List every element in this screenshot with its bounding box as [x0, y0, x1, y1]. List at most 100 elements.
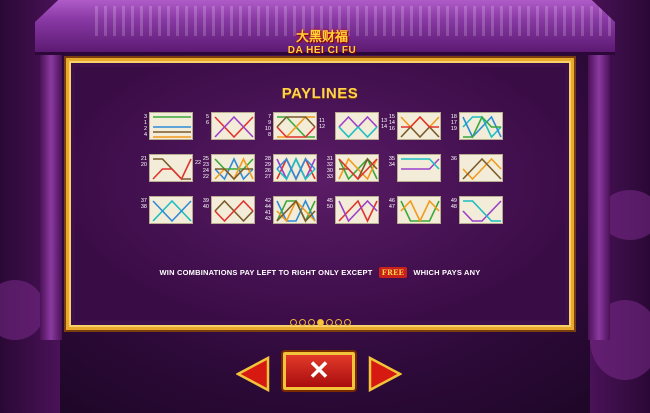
payline-thumbnail	[211, 112, 255, 140]
payline-diagram	[462, 157, 502, 181]
page-dot[interactable]	[307, 319, 315, 326]
payline-numbers-right: 11 12	[319, 118, 331, 130]
payline-number: 12	[319, 124, 326, 130]
payline-number: 4	[143, 132, 147, 138]
right-arrow-icon	[368, 355, 403, 393]
payline-thumbnail	[335, 196, 379, 224]
paylines-panel: PAYLINES 3 1 2 4 5 6 7 9 10 8 11 12 13 14 15 14 16 18 17 19…	[66, 58, 574, 330]
payline-numbers: 25 23 24 22	[197, 156, 209, 180]
payline-number: 33	[326, 174, 333, 180]
game-logo: 大黑财福 DA HEI CI FU	[263, 26, 381, 56]
payline-diagram	[276, 116, 316, 138]
payline-numbers: 7 9 10 8	[259, 114, 271, 138]
payline-number: 40	[202, 204, 209, 210]
payline-number: 48	[450, 204, 457, 210]
page-dot[interactable]	[325, 319, 333, 326]
payline-numbers: 35 34	[383, 156, 395, 168]
payline-number: 43	[264, 216, 271, 222]
page-dot[interactable]	[343, 319, 351, 326]
payline-number: 16	[388, 126, 395, 132]
payline-thumbnail	[335, 154, 379, 182]
payline-number: 50	[326, 204, 333, 210]
payline-number: 38	[140, 204, 147, 210]
payline-numbers: 3124	[135, 114, 147, 138]
payline-line	[152, 158, 192, 181]
payline-line	[276, 116, 316, 128]
payline-thumbnail	[211, 196, 255, 224]
page-dot[interactable]	[334, 319, 342, 326]
payline-diagram	[152, 158, 192, 181]
payline-line	[152, 200, 192, 223]
payline-line	[400, 199, 440, 223]
payline-line	[276, 126, 316, 138]
payline-thumbnail	[459, 112, 503, 140]
payline-diagram	[462, 200, 502, 222]
free-symbol-icon: FREE	[378, 267, 408, 278]
payline-number: 47	[388, 204, 395, 210]
payline-number: 20	[140, 162, 147, 168]
payline-diagram	[338, 157, 378, 181]
payline-line	[338, 115, 378, 129]
payline-number: 19	[450, 126, 457, 132]
payline-numbers: 28 29 26 27	[259, 156, 271, 180]
payline-thumbnail	[211, 154, 255, 182]
payline-line	[400, 125, 440, 139]
payline-thumbnail	[397, 154, 441, 182]
left-arrow-icon	[235, 355, 270, 393]
payline-line	[400, 115, 440, 129]
next-page-button[interactable]	[368, 355, 403, 393]
payline-thumbnail	[397, 112, 441, 140]
payline-thumbnail	[273, 196, 317, 224]
payline-number: 27	[264, 174, 271, 180]
logo-chinese-title: 大黑财福	[295, 30, 348, 45]
payline-line	[338, 125, 378, 139]
page-dot[interactable]	[289, 319, 297, 326]
payline-number: 36	[450, 156, 457, 162]
payline-diagram	[338, 115, 378, 139]
payline-number: 6	[205, 120, 209, 126]
payline-diagram	[214, 115, 254, 139]
panel-title: PAYLINES	[281, 85, 359, 102]
logo-title: DA HEI CI FU	[287, 45, 357, 56]
payline-numbers: 18 17 19	[445, 114, 457, 132]
info-text-before: WIN COMBINATIONS PAY LEFT TO RIGHT ONLY …	[159, 268, 373, 277]
payline-thumbnail	[397, 196, 441, 224]
close-button[interactable]: ✕	[283, 352, 355, 390]
payline-numbers: 49 48	[445, 198, 457, 210]
payline-number: 34	[388, 162, 395, 168]
payline-numbers: 39 40	[197, 198, 209, 210]
page-indicator	[75, 313, 565, 331]
payline-numbers: 31 32 30 33	[321, 156, 333, 180]
payline-thumbnail	[273, 112, 317, 140]
payline-diagram	[400, 199, 440, 223]
payline-diagram	[462, 115, 502, 139]
payline-line	[214, 115, 254, 138]
pillar-right	[588, 40, 610, 340]
payline-diagram	[276, 157, 316, 181]
page-dot[interactable]	[298, 319, 306, 326]
payline-thumbnail	[459, 154, 503, 182]
payline-thumbnail	[149, 154, 193, 182]
payline-thumbnail	[335, 112, 379, 140]
info-text: WIN COMBINATIONS PAY LEFT TO RIGHT ONLY …	[75, 267, 565, 278]
payline-number: 8	[267, 132, 271, 138]
page-dot[interactable]	[316, 319, 324, 326]
payline-thumbnail	[149, 112, 193, 140]
payline-diagram	[276, 199, 316, 223]
payline-line	[214, 116, 254, 139]
payline-thumbnail	[149, 196, 193, 224]
payline-numbers: 42 44 41 43	[259, 198, 271, 222]
payline-diagram	[214, 199, 254, 223]
previous-page-button[interactable]	[235, 355, 270, 393]
payline-line	[401, 158, 440, 170]
payline-line	[152, 199, 192, 222]
payline-numbers: 45 50	[321, 198, 333, 210]
payline-number: 22	[202, 174, 209, 180]
payline-diagram	[401, 158, 440, 170]
payline-diagram	[400, 115, 440, 139]
payline-line	[462, 157, 502, 181]
info-text-after: WHICH PAYS ANY	[413, 268, 481, 277]
payline-numbers: 15 14 16	[383, 114, 395, 132]
panel-inner: PAYLINES 3 1 2 4 5 6 7 9 10 8 11 12 13 14 15 14 16 18 17 19…	[75, 67, 565, 326]
payline-diagram	[214, 157, 254, 181]
